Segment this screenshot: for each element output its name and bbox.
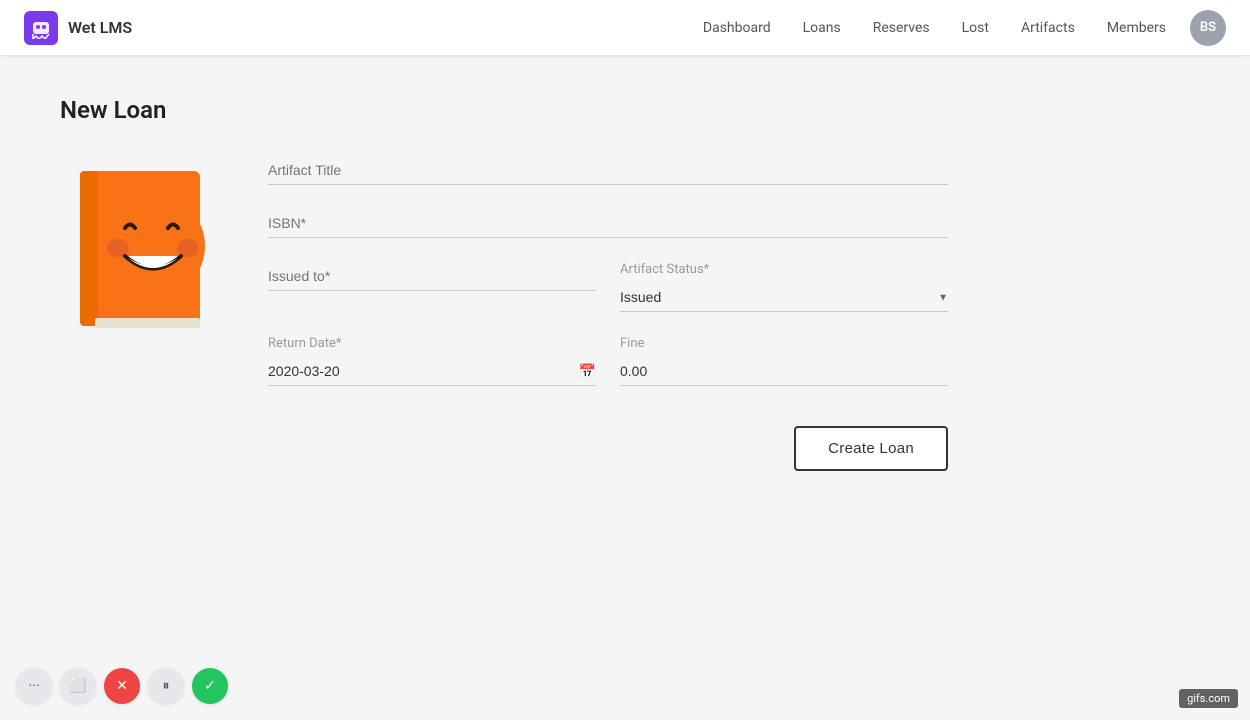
book-illustration	[60, 156, 220, 356]
artifact-title-input[interactable]	[268, 156, 948, 185]
confirm-button[interactable]: ✓	[192, 668, 228, 704]
more-options-button[interactable]: ···	[16, 668, 52, 704]
main-nav: Dashboard Loans Reserves Lost Artifacts …	[703, 20, 1166, 36]
artifact-title-group	[268, 156, 948, 185]
pause-button[interactable]: ⏸	[148, 668, 184, 704]
button-area: Create Loan	[268, 426, 948, 471]
nav-members[interactable]: Members	[1107, 20, 1166, 36]
form-fields: Artifact Status* Issued Returned Lost ▼ …	[268, 156, 948, 471]
more-options-icon: ···	[29, 678, 40, 694]
bottom-toolbar: ··· ⬜ ✕ ⏸ ✓	[16, 668, 228, 704]
user-avatar[interactable]: BS	[1190, 10, 1226, 46]
isbn-group	[268, 209, 948, 238]
issued-to-input[interactable]	[268, 262, 596, 291]
page-title: New Loan	[60, 96, 1190, 124]
camera-icon: ⬜	[69, 678, 86, 694]
return-date-wrapper: 📅	[268, 357, 596, 386]
issued-status-row: Artifact Status* Issued Returned Lost ▼	[268, 262, 948, 312]
return-date-input[interactable]	[268, 357, 596, 386]
logo-area: Wet LMS	[24, 11, 132, 45]
nav-reserves[interactable]: Reserves	[873, 20, 930, 36]
close-button[interactable]: ✕	[104, 668, 140, 704]
artifact-status-label: Artifact Status*	[620, 262, 948, 277]
logo-icon	[24, 11, 58, 45]
nav-loans[interactable]: Loans	[803, 20, 841, 36]
isbn-input[interactable]	[268, 209, 948, 238]
close-icon: ✕	[116, 678, 128, 694]
nav-artifacts[interactable]: Artifacts	[1021, 20, 1075, 36]
fine-label: Fine	[620, 336, 948, 351]
pause-icon: ⏸	[163, 678, 170, 694]
nav-dashboard[interactable]: Dashboard	[703, 20, 771, 36]
form-area: Artifact Status* Issued Returned Lost ▼ …	[60, 156, 1190, 471]
return-date-group: Return Date* 📅	[268, 336, 596, 386]
header: Wet LMS Dashboard Loans Reserves Lost Ar…	[0, 0, 1250, 56]
fine-input[interactable]	[620, 357, 948, 386]
camera-button[interactable]: ⬜	[60, 668, 96, 704]
fine-group: Fine	[620, 336, 948, 386]
logo-text: Wet LMS	[68, 18, 132, 37]
issued-to-group	[268, 262, 596, 312]
artifact-status-select[interactable]: Issued Returned Lost	[620, 283, 948, 312]
main-content: New Loan	[0, 56, 1250, 511]
check-icon: ✓	[204, 678, 216, 694]
gifs-badge: gifs.com	[1179, 689, 1238, 708]
artifact-status-wrapper: Issued Returned Lost ▼	[620, 283, 948, 312]
create-loan-button[interactable]: Create Loan	[794, 426, 948, 471]
date-fine-row: Return Date* 📅 Fine	[268, 336, 948, 386]
artifact-status-group: Artifact Status* Issued Returned Lost ▼	[620, 262, 948, 312]
return-date-label: Return Date*	[268, 336, 596, 351]
nav-lost[interactable]: Lost	[962, 20, 989, 36]
